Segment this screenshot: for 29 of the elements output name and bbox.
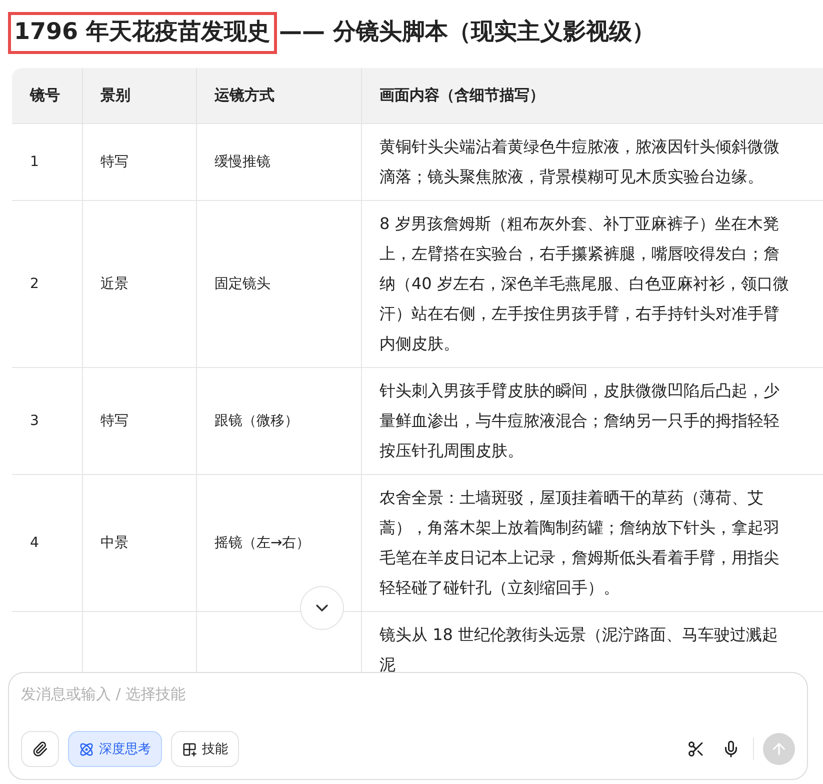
table-cell: 农舍全景：土墙斑驳，屋顶挂着晒干的草药（薄荷、艾蒿），角落木架上放着陶制药罐；詹纳放下针头，拿起羽毛笔在羊皮日记本上记录，詹姆斯低头看着手臂，用指尖轻轻碰了碰针孔（立刻缩回手）。 xyxy=(361,474,823,611)
column-header: 运镜方式 xyxy=(196,68,361,123)
skills-button[interactable]: 技能 xyxy=(171,731,239,767)
table-cell: 3 xyxy=(12,367,82,474)
table-cell: 缓慢推镜 xyxy=(196,123,361,200)
table-cell: 黄铜针头尖端沾着黄绿色牛痘脓液，脓液因针头倾斜微微滴落；镜头聚焦脓液，背景模糊可见木质实验台边缘。 xyxy=(361,123,823,200)
table-cell: 2 xyxy=(12,200,82,367)
atom-icon xyxy=(79,742,94,756)
table-cell: 跟镜（微移） xyxy=(196,367,361,474)
attach-button[interactable] xyxy=(21,731,59,767)
table-cell: 4 xyxy=(12,474,82,611)
column-header: 画面内容（含细节描写） xyxy=(361,68,823,123)
paperclip-icon xyxy=(32,741,48,757)
table-cell: 1 xyxy=(12,123,82,200)
table-cell: 固定镜头 xyxy=(196,200,361,367)
table-cell: 中景 xyxy=(82,474,196,611)
table-cell: 特写 xyxy=(82,367,196,474)
table-cell: 特写 xyxy=(82,123,196,200)
table-cell: 针头刺入男孩手臂皮肤的瞬间，皮肤微微凹陷后凸起，少量鲜血渗出，与牛痘脓液混合；詹纳另一只手的拇指轻轻按压针孔周围皮肤。 xyxy=(361,367,823,474)
deep-think-button[interactable]: 深度思考 xyxy=(68,731,162,767)
scissors-icon xyxy=(687,740,705,758)
table-cell: 8 岁男孩詹姆斯（粗布灰外套、补丁亚麻裤子）坐在木凳上，左臂搭在实验台，右手攥紧裤腿，嘴唇咬得发白；詹纳（40 岁左右，深色羊毛燕尾服、白色亚麻衬衫，领口微汗）站在右侧，左手按住男孩手臂，右手持针头对准手臂内侧皮肤。 xyxy=(361,200,823,367)
column-header: 镜号 xyxy=(12,68,82,123)
grid-plus-icon xyxy=(182,742,197,756)
highlighted-title: 1796 年天花疫苗发现史 xyxy=(8,12,278,54)
column-header: 景别 xyxy=(82,68,196,123)
page-title: —— 分镜头脚本（现实主义影视级） xyxy=(278,18,656,47)
table-cell: 近景 xyxy=(82,200,196,367)
microphone-icon xyxy=(722,740,740,758)
